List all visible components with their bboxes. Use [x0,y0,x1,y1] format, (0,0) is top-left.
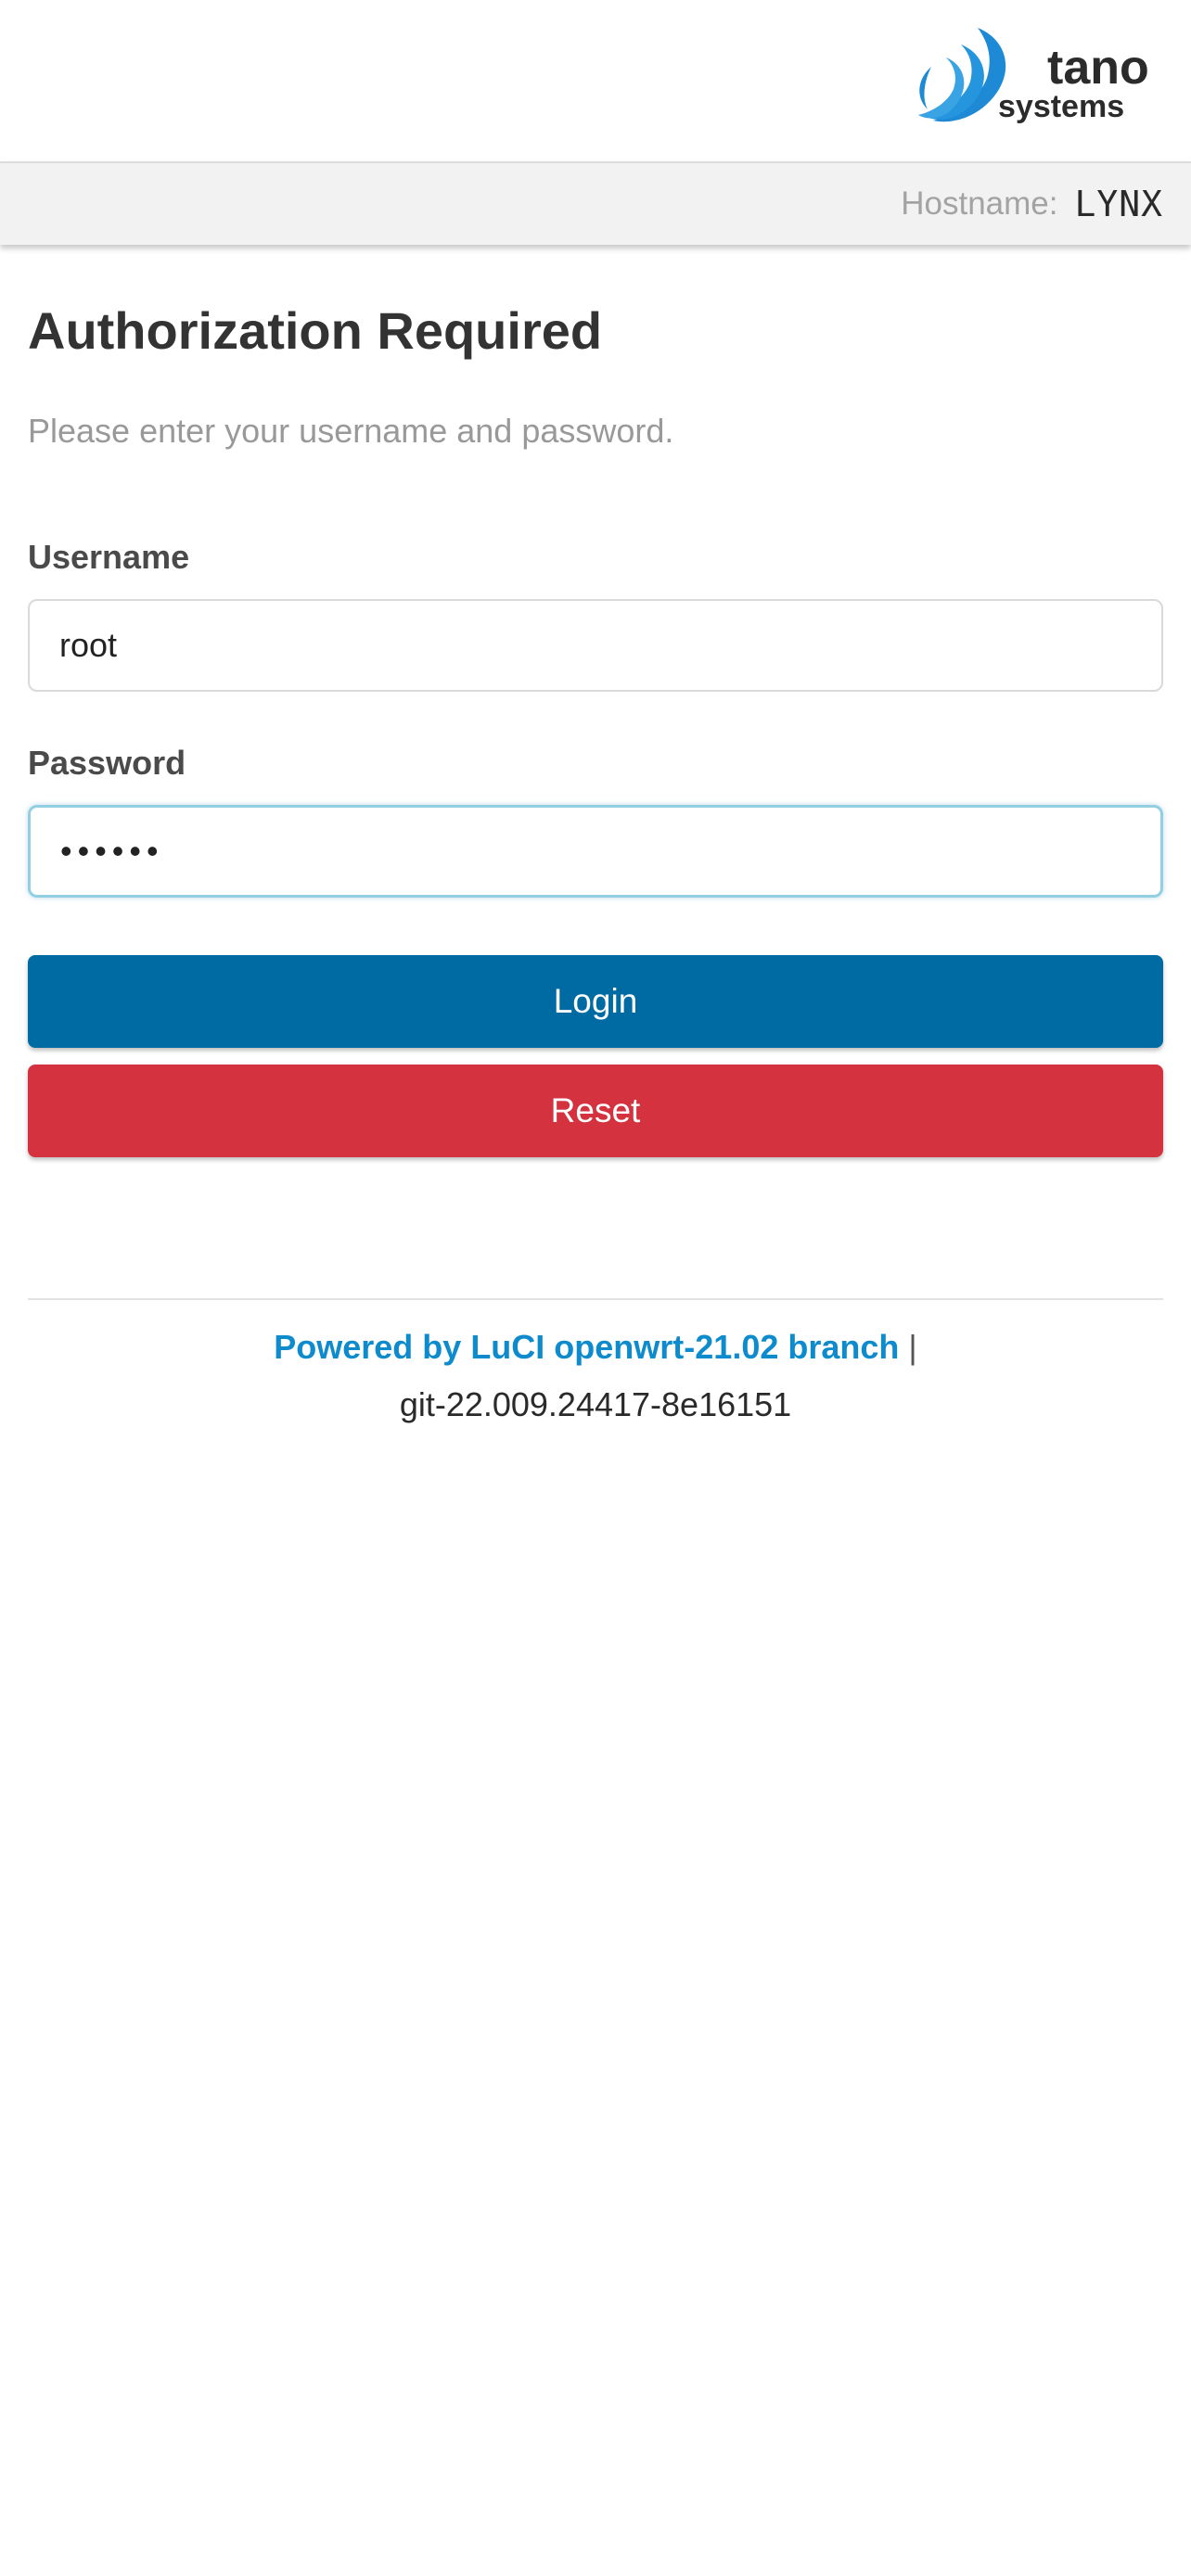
hostname-value: LYNX [1074,184,1163,224]
footer-divider [28,1298,1163,1300]
page-title: Authorization Required [28,301,603,360]
hostname-bar: Hostname: LYNX [0,161,1191,245]
password-masked-value: •••••• [60,832,164,870]
username-input[interactable] [28,599,1163,692]
tano-systems-logo[interactable]: tano systems [913,20,1163,141]
footer-separator: | [908,1328,917,1366]
luci-powered-by-link[interactable]: Powered by LuCI openwrt-21.02 branch [274,1328,899,1366]
login-button[interactable]: Login [28,955,1163,1048]
password-input[interactable]: •••••• [28,805,1163,898]
hostname-label: Hostname: [901,185,1058,222]
password-label: Password [28,744,186,782]
svg-text:tano: tano [1047,41,1149,95]
logo-swoosh-icon: tano systems [918,28,1149,124]
reset-button[interactable]: Reset [28,1065,1163,1157]
footer-version: git-22.009.24417-8e16151 [399,1385,792,1423]
footer: Powered by LuCI openwrt-21.02 branch | gi… [28,1319,1163,1434]
username-label: Username [28,538,190,576]
page-subtitle: Please enter your username and password. [28,412,674,450]
top-header: tano systems [0,0,1191,161]
svg-text:systems: systems [998,89,1124,124]
